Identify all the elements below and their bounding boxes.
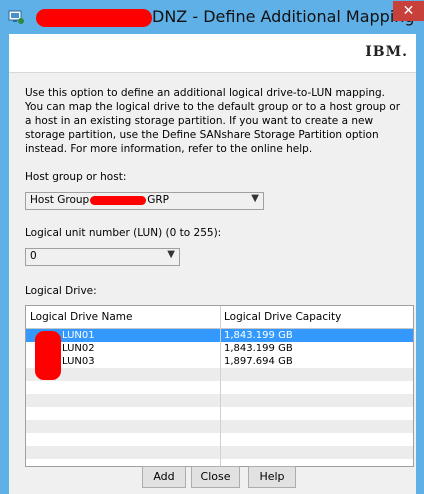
host-group-value: Host Group GRP — [30, 194, 169, 206]
close-icon: ✕ — [402, 3, 415, 19]
drive-capacity: 1,843.199 GB — [224, 330, 293, 341]
lun-value: 0 — [30, 250, 37, 262]
host-group-select[interactable]: Host Group GRP ▼ — [25, 192, 264, 210]
redaction — [35, 331, 61, 380]
dialog-window: DNZ - Define Additional Mapping ✕ IBM. U… — [0, 0, 424, 494]
drive-name: LUN01 — [62, 330, 95, 341]
logical-drive-table[interactable]: Logical Drive Name Logical Drive Capacit… — [25, 305, 414, 467]
drive-name: LUN03 — [62, 356, 95, 367]
close-window-button[interactable]: ✕ — [393, 1, 424, 21]
header-banner: IBM. — [9, 34, 416, 73]
column-header-capacity[interactable]: Logical Drive Capacity — [224, 311, 341, 323]
drive-capacity: 1,843.199 GB — [224, 343, 293, 354]
storage-manager-icon — [8, 9, 24, 25]
dialog-body: IBM. Use this option to define an additi… — [9, 34, 416, 494]
column-divider — [220, 306, 221, 466]
drive-capacity: 1,897.694 GB — [224, 356, 293, 367]
add-button[interactable]: Add — [142, 466, 186, 488]
host-label: Host group or host: — [25, 171, 127, 183]
redaction — [36, 9, 152, 27]
title-bar[interactable]: DNZ - Define Additional Mapping ✕ — [0, 0, 424, 34]
lun-label: Logical unit number (LUN) (0 to 255): — [25, 227, 222, 239]
drive-name: LUN02 — [62, 343, 95, 354]
chevron-down-icon: ▼ — [167, 249, 175, 260]
window-title: DNZ - Define Additional Mapping — [152, 7, 415, 26]
close-button[interactable]: Close — [191, 466, 240, 488]
lun-select[interactable]: 0 ▼ — [25, 248, 180, 266]
chevron-down-icon: ▼ — [251, 193, 259, 204]
help-button[interactable]: Help — [248, 466, 296, 488]
description-text: Use this option to define an additional … — [25, 87, 401, 155]
ibm-logo: IBM. — [365, 44, 408, 60]
logical-drive-label: Logical Drive: — [25, 285, 97, 297]
column-header-name[interactable]: Logical Drive Name — [30, 311, 132, 323]
